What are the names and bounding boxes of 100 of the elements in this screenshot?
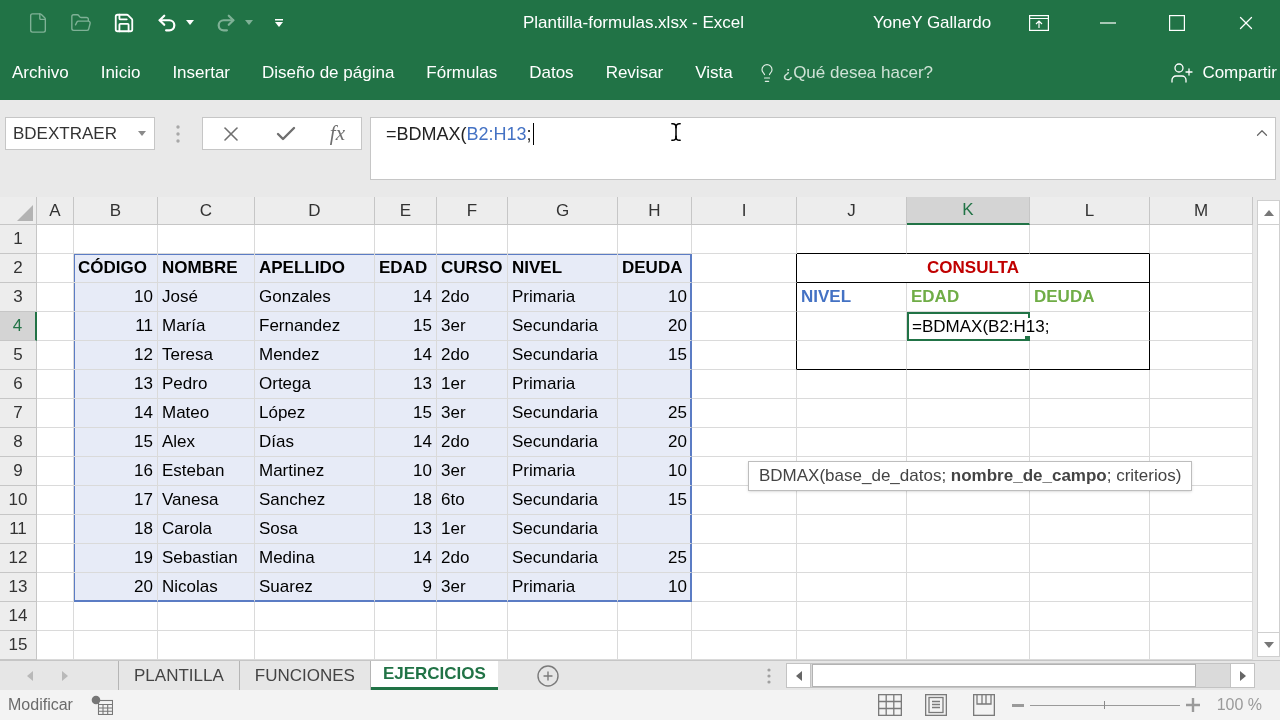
ribbon-tab[interactable]: Datos <box>513 45 590 100</box>
status-mode: Modificar <box>8 695 73 715</box>
ribbon-tab[interactable]: Archivo <box>0 45 85 100</box>
table-cell: 17 <box>74 486 158 515</box>
row-header[interactable]: 10 <box>0 486 37 515</box>
corner-triangle-icon <box>17 205 33 221</box>
column-header[interactable]: E <box>375 197 437 225</box>
right-triangle-icon <box>1239 670 1246 681</box>
table-cell: Mateo <box>158 399 255 428</box>
line-caret-icon[interactable] <box>274 18 284 27</box>
column-header[interactable]: I <box>692 197 797 225</box>
table-cell: 13 <box>74 370 158 399</box>
table-cell: 14 <box>375 283 437 312</box>
text-caret <box>532 123 534 145</box>
scrollbar-thumb[interactable] <box>812 664 1196 687</box>
row-header[interactable]: 5 <box>0 341 37 370</box>
user-name: YoneY Gallardo <box>873 11 992 34</box>
caret-icon[interactable] <box>138 131 146 136</box>
row-header[interactable]: 14 <box>0 602 37 631</box>
zoom-slider[interactable] <box>1029 698 1180 712</box>
row-header[interactable]: 4 <box>0 312 37 341</box>
column-header[interactable]: M <box>1150 197 1253 225</box>
split-box-icon[interactable] <box>972 694 995 716</box>
column-header[interactable]: K <box>907 197 1030 225</box>
share-button[interactable]: Compartir <box>1162 45 1280 100</box>
row-header[interactable]: 11 <box>0 515 37 544</box>
table-cell: Secundaria <box>508 544 618 573</box>
table-cell: Martinez <box>255 457 375 486</box>
select-all-corner[interactable] <box>0 197 37 225</box>
table-cell: 20 <box>618 312 692 341</box>
row-header[interactable]: 2 <box>0 254 37 283</box>
sheet-tab[interactable]: EJERCICIOS <box>370 661 498 690</box>
table-cell: 10 <box>74 283 158 312</box>
column-header[interactable]: B <box>74 197 158 225</box>
caret-icon[interactable] <box>186 20 194 25</box>
fill-handle-icon[interactable] <box>1025 336 1030 341</box>
maximize-icon[interactable] <box>1168 14 1185 31</box>
table-cell: María <box>158 312 255 341</box>
row-header[interactable]: 9 <box>0 457 37 486</box>
page-icon[interactable] <box>924 694 947 716</box>
box-arrow-up-icon[interactable] <box>1028 14 1049 31</box>
column-header[interactable]: L <box>1030 197 1150 225</box>
vertical-scrollbar[interactable] <box>1257 200 1280 657</box>
insert-function-button[interactable]: fx <box>329 123 345 144</box>
row-header[interactable]: 15 <box>0 631 37 660</box>
column-header[interactable]: D <box>255 197 375 225</box>
column-header[interactable]: F <box>437 197 508 225</box>
tell-me-input[interactable]: ¿Qué desea hacer? <box>782 59 958 86</box>
scroll-right-button[interactable] <box>1230 664 1254 687</box>
consulta-title: CONSULTA <box>797 254 1150 283</box>
row-header[interactable]: 1 <box>0 225 37 254</box>
caret-icon[interactable] <box>245 20 253 25</box>
column-header[interactable]: A <box>37 197 74 225</box>
table-cell: Primaria <box>508 457 618 486</box>
empty-cell <box>437 225 508 254</box>
table-cell: Mendez <box>255 341 375 370</box>
table-cell: Sebastian <box>158 544 255 573</box>
empty-cell <box>375 602 437 631</box>
plus-icon[interactable] <box>1185 698 1200 712</box>
table-cell: 13 <box>375 370 437 399</box>
name-box[interactable]: BDEXTRAER <box>5 117 155 150</box>
ribbon-tab[interactable]: Revisar <box>589 45 680 100</box>
column-header[interactable]: C <box>158 197 255 225</box>
table-cell: 15 <box>375 312 437 341</box>
column-header[interactable]: H <box>618 197 692 225</box>
vertical-dots-icon[interactable] <box>767 667 771 684</box>
table-cell-text: 10 <box>667 576 688 599</box>
ribbon-tab[interactable]: Vista <box>679 45 749 100</box>
horizontal-scrollbar[interactable] <box>786 663 1255 688</box>
field-label-cell: DEUDA <box>1030 283 1150 312</box>
table-cell: Carola <box>158 515 255 544</box>
column-header[interactable]: J <box>797 197 907 225</box>
table-cell: 9 <box>375 573 437 602</box>
row-header[interactable]: 13 <box>0 573 37 602</box>
row-header[interactable]: 3 <box>0 283 37 312</box>
vertical-dots-icon[interactable] <box>176 125 180 143</box>
grid-icon[interactable] <box>877 694 902 716</box>
row-header[interactable]: 6 <box>0 370 37 399</box>
minus-icon[interactable] <box>1011 703 1024 707</box>
table-cell: 20 <box>618 428 692 457</box>
ribbon-tab[interactable]: Fórmulas <box>410 45 514 100</box>
table-cell: 3er <box>437 457 508 486</box>
ribbon-tab[interactable]: Diseño de página <box>246 45 411 100</box>
ribbon-tab[interactable]: Inicio <box>84 45 157 100</box>
table-cell: 3er <box>437 573 508 602</box>
ribbon-tab[interactable]: Insertar <box>156 45 246 100</box>
scroll-left-button[interactable] <box>787 664 811 687</box>
row-header[interactable]: 7 <box>0 399 37 428</box>
plus-circle-icon[interactable] <box>535 663 560 688</box>
minimize-icon[interactable] <box>1099 21 1116 24</box>
dot-table-icon[interactable] <box>90 695 113 715</box>
table-cell: 2do <box>437 544 508 573</box>
save-icon[interactable] <box>113 11 135 34</box>
column-header[interactable]: G <box>508 197 618 225</box>
row-header[interactable]: 12 <box>0 544 37 573</box>
table-cell: 10 <box>618 283 692 312</box>
formula-input[interactable]: =BDMAX(B2:H13; <box>370 117 1276 180</box>
row-header[interactable]: 8 <box>0 428 37 457</box>
person-plus-icon <box>1170 60 1195 85</box>
table-cell: Secundaria <box>508 312 618 341</box>
